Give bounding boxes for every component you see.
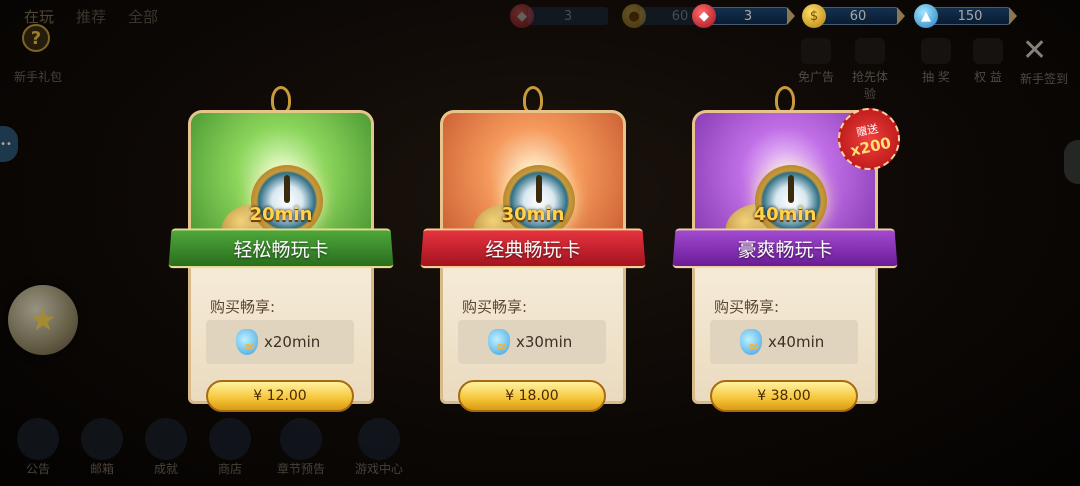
book-icon [855,38,885,64]
reward-item: x40min [710,320,858,364]
bottom-nav: 公告 邮箱 成就 商店 章节预告 游戏中心 [14,418,410,477]
scroll-icon [280,418,322,460]
coin-icon: ● [622,4,646,28]
gamepad-icon [358,418,400,460]
gift-pack-label[interactable]: 新手礼包 [14,68,62,85]
star-orb-button[interactable]: ★ [8,285,78,355]
feature-lottery[interactable]: 抽 奖 [914,38,958,85]
feature-no-ads[interactable]: 免广告 [794,38,838,85]
card-title: 经典畅玩卡 [420,228,646,269]
top-tabs: 在玩 推荐 全部 [24,6,158,27]
buy-button[interactable]: ¥ 18.00 [458,380,606,412]
tab-recommended[interactable]: 推荐 [76,6,106,27]
potion-icon: ▲ [914,4,938,28]
close-icon[interactable]: ✕ [1022,36,1047,66]
card-title: 豪爽畅玩卡 [672,228,898,269]
play-card-premium: 40min 豪爽畅玩卡 购买畅享: x40min ¥ 38.00 赠送 x200 [672,86,906,412]
duration-label: 30min [501,204,565,225]
resource-gem-dim: ◆ 3 [510,4,608,28]
infinity-potion-icon [488,329,510,355]
reward-item: x30min [458,320,606,364]
shop-icon [209,418,251,460]
ribbon-tip [1009,7,1017,25]
reward-item: x20min [206,320,354,364]
resource-coin: $ 60 [802,4,905,28]
trophy-icon [145,418,187,460]
nav-announcement[interactable]: 公告 [14,418,62,477]
mail-icon [81,418,123,460]
wheel-icon [921,38,951,64]
tab-all[interactable]: 全部 [128,6,158,27]
nav-achievements[interactable]: 成就 [142,418,190,477]
resource-potion: ▲ 150 [914,4,1017,28]
star-icon: ★ [29,302,57,338]
infinity-potion-icon [236,329,258,355]
gem-icon: ◆ [692,4,716,28]
pocket-watch-icon [755,165,827,237]
crown-icon [973,38,1003,64]
side-chat-tab[interactable]: •• [0,126,18,162]
infinity-potion-icon [740,329,762,355]
card-title: 轻松畅玩卡 [168,228,394,269]
buy-label: 购买畅享: [714,298,780,316]
megaphone-icon [17,418,59,460]
coin-icon: $ [802,4,826,28]
buy-label: 购买畅享: [462,298,528,316]
gem-icon: ◆ [510,4,534,28]
nav-mailbox[interactable]: 邮箱 [78,418,126,477]
feature-benefits[interactable]: 权 益 [966,38,1010,85]
nav-shop[interactable]: 商店 [206,418,254,477]
pocket-watch-icon [251,165,323,237]
pocket-watch-icon [503,165,575,237]
buy-label: 购买畅享: [210,298,276,316]
nav-chapter-preview[interactable]: 章节预告 [270,418,332,477]
ribbon-tip [787,7,795,25]
buy-button[interactable]: ¥ 12.00 [206,380,354,412]
play-card-classic: 30min 经典畅玩卡 购买畅享: x30min ¥ 18.00 [420,86,646,412]
nav-game-center[interactable]: 游戏中心 [348,418,410,477]
help-button[interactable]: ? [22,24,50,52]
duration-label: 20min [249,204,313,225]
ribbon-tip [897,7,905,25]
buy-button[interactable]: ¥ 38.00 [710,380,858,412]
checkin-label[interactable]: 新手签到 [1020,70,1068,87]
no-ads-icon [801,38,831,64]
side-right-tab[interactable] [1064,140,1080,184]
resource-gem: ◆ 3 [692,4,795,28]
play-card-easy: 20min 轻松畅玩卡 购买畅享: x20min ¥ 12.00 [168,86,394,412]
duration-label: 40min [753,204,817,225]
